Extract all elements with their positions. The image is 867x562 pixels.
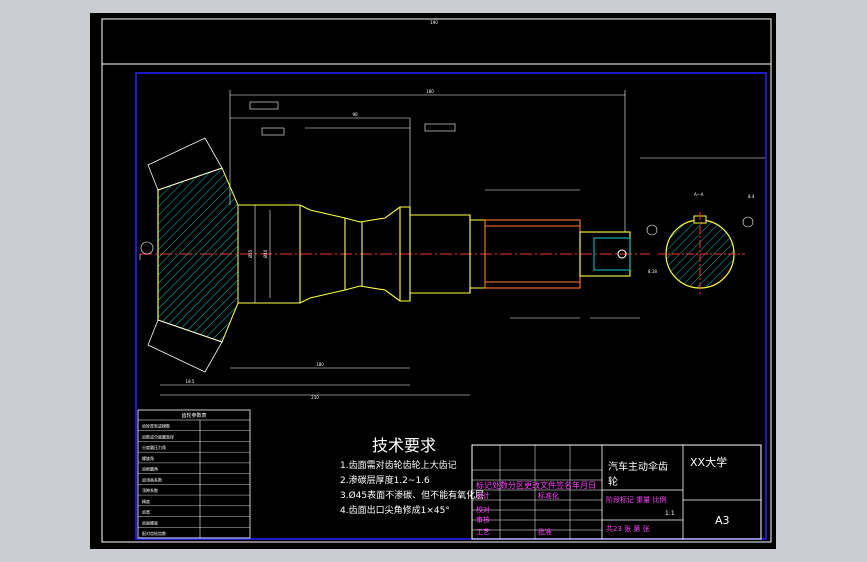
tb-review: 审核 <box>476 515 490 524</box>
svg-text:A—A: A—A <box>694 192 704 197</box>
gear-table-row: 齿顶高系数 <box>142 476 162 482</box>
gear-table-row: 齿根圆角 <box>142 466 158 472</box>
tb-sheet-size: A3 <box>715 514 730 527</box>
gear-table-row: 分度圆压力角 <box>142 444 166 450</box>
tech-req-item-4: 4.齿面出口尖角修成1×45° <box>340 504 450 516</box>
gear-table-row: 螺旋角 <box>142 455 154 461</box>
tb-check: 校对 <box>476 505 490 514</box>
gear-table-row: 齿面硬度 <box>142 519 158 525</box>
gear-table-row: 配对齿轮齿数 <box>142 530 166 536</box>
tb-process: 工艺 <box>476 528 490 536</box>
tb-design: 设计 <box>476 491 490 500</box>
gear-table-row: 齿宽 <box>142 509 150 515</box>
tb-std: 标准化 <box>538 491 559 500</box>
tb-header-row: 标记处数分区更改文件签名年月日 <box>476 480 596 490</box>
dim-bottom-2: 210 <box>311 395 319 400</box>
dim-bottom-1: 180 <box>316 362 324 367</box>
tb-part-name-2: 轮 <box>608 475 618 488</box>
tb-stage-mark: 阶段标记 重量 比例 <box>606 495 666 504</box>
dim-top-3: 90 <box>352 112 358 117</box>
tech-req-item-2: 2.渗碳层厚度1.2~1.6 <box>340 474 430 486</box>
callout-2: 8.18 <box>648 269 657 274</box>
tb-scale: 1:1 <box>665 510 675 517</box>
tech-req-item-3: 3.Ø45表面不渗碳、但不能有氧化层 <box>340 489 484 501</box>
tech-req-title: 技术要求 <box>372 436 436 455</box>
gear-table-row: 齿轮类型或模数 <box>142 423 170 429</box>
callout-1: 8.4 <box>748 194 755 199</box>
gear-table-row: 顶隙系数 <box>142 487 158 493</box>
tb-part-name-1: 汽车主动伞齿 <box>608 460 668 473</box>
overall-length-label: 190 <box>430 20 438 25</box>
gear-table-title: 齿轮参数表 <box>181 412 206 419</box>
tb-sheets: 共23 张 第 张 <box>606 524 650 533</box>
dim-diameter-2: Ø40 <box>263 249 268 258</box>
dim-bottom-3: 18.5 <box>186 379 195 384</box>
gear-table-row: 精度 <box>142 498 150 504</box>
dim-diameter-1: Ø55 <box>248 249 253 258</box>
tb-school: XX大学 <box>690 455 727 469</box>
tb-approve: 批准 <box>538 527 552 536</box>
gear-table-row: 齿数或分度圆直径 <box>142 433 174 439</box>
dim-top-2: 180 <box>426 89 434 94</box>
cad-drawing-sheet[interactable]: 190 A—A 180 90 180 210 18.5 Ø55 Ø40 8.4 … <box>0 0 867 562</box>
tech-req-item-1: 1.齿面需对齿轮齿轮上大齿记 <box>340 459 457 471</box>
